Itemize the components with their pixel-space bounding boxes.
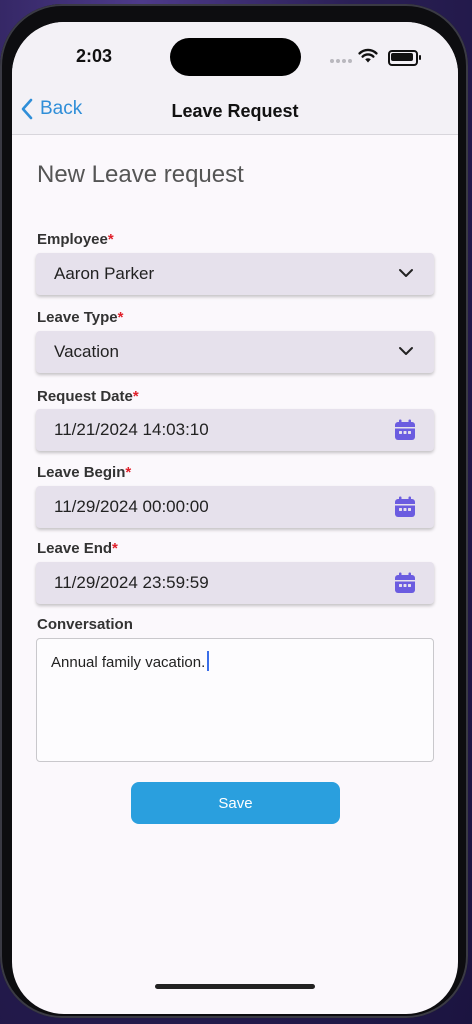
conversation-textarea[interactable]: Annual family vacation.: [36, 638, 434, 762]
employee-value: Aaron Parker: [54, 264, 155, 283]
leave-begin-value: 11/29/2024 00:00:00: [54, 497, 209, 516]
leave-end-input[interactable]: 11/29/2024 23:59:59: [36, 562, 434, 604]
conversation-value: Annual family vacation.: [51, 654, 206, 671]
request-date-label-text: Request Date: [37, 388, 133, 405]
calendar-icon[interactable]: [394, 572, 416, 594]
leave-end-value: 11/29/2024 23:59:59: [54, 573, 209, 592]
leave-type-select[interactable]: Vacation: [36, 331, 434, 373]
battery-icon: [388, 50, 421, 66]
employee-select[interactable]: Aaron Parker: [36, 253, 434, 295]
status-time: 2:03: [76, 46, 113, 66]
form-title: New Leave request: [37, 161, 244, 188]
request-date-value: 11/21/2024 14:03:10: [54, 420, 209, 439]
leave-begin-label-text: Leave Begin: [37, 464, 126, 481]
save-button[interactable]: Save: [131, 782, 340, 824]
required-mark: *: [117, 309, 124, 326]
request-date-label: Request Date*: [37, 388, 139, 405]
leave-type-value: Vacation: [54, 342, 119, 361]
chevron-down-icon: [399, 347, 413, 355]
leave-type-label-text: Leave Type: [37, 309, 118, 326]
text-cursor: [207, 651, 210, 671]
home-indicator[interactable]: [155, 984, 315, 989]
screen: 2:03 Back Leave Request New Leave reques…: [12, 22, 458, 1014]
navigation-bar: Back Leave Request: [12, 92, 458, 135]
phone-frame: 2:03 Back Leave Request New Leave reques…: [0, 4, 468, 1018]
request-date-input[interactable]: 11/21/2024 14:03:10: [36, 409, 434, 451]
wifi-icon: [358, 48, 378, 63]
chevron-down-icon: [399, 269, 413, 277]
page-title: Leave Request: [171, 101, 299, 121]
dynamic-island: [170, 38, 301, 76]
leave-begin-label: Leave Begin*: [37, 464, 131, 481]
required-mark: *: [107, 231, 114, 248]
status-bar: 2:03: [12, 22, 458, 92]
required-mark: *: [125, 464, 132, 481]
required-mark: *: [112, 540, 118, 557]
calendar-icon[interactable]: [394, 419, 416, 441]
leave-end-label: Leave End*: [37, 540, 118, 557]
employee-label-text: Employee: [37, 231, 108, 248]
leave-end-label-text: Leave End: [37, 540, 113, 557]
calendar-icon[interactable]: [394, 496, 416, 518]
employee-label: Employee*: [37, 231, 114, 248]
conversation-label: Conversation: [37, 616, 133, 633]
cellular-signal-icon: [330, 59, 352, 63]
required-mark: *: [132, 388, 139, 405]
leave-type-label: Leave Type*: [37, 309, 123, 326]
leave-begin-input[interactable]: 11/29/2024 00:00:00: [36, 486, 434, 528]
